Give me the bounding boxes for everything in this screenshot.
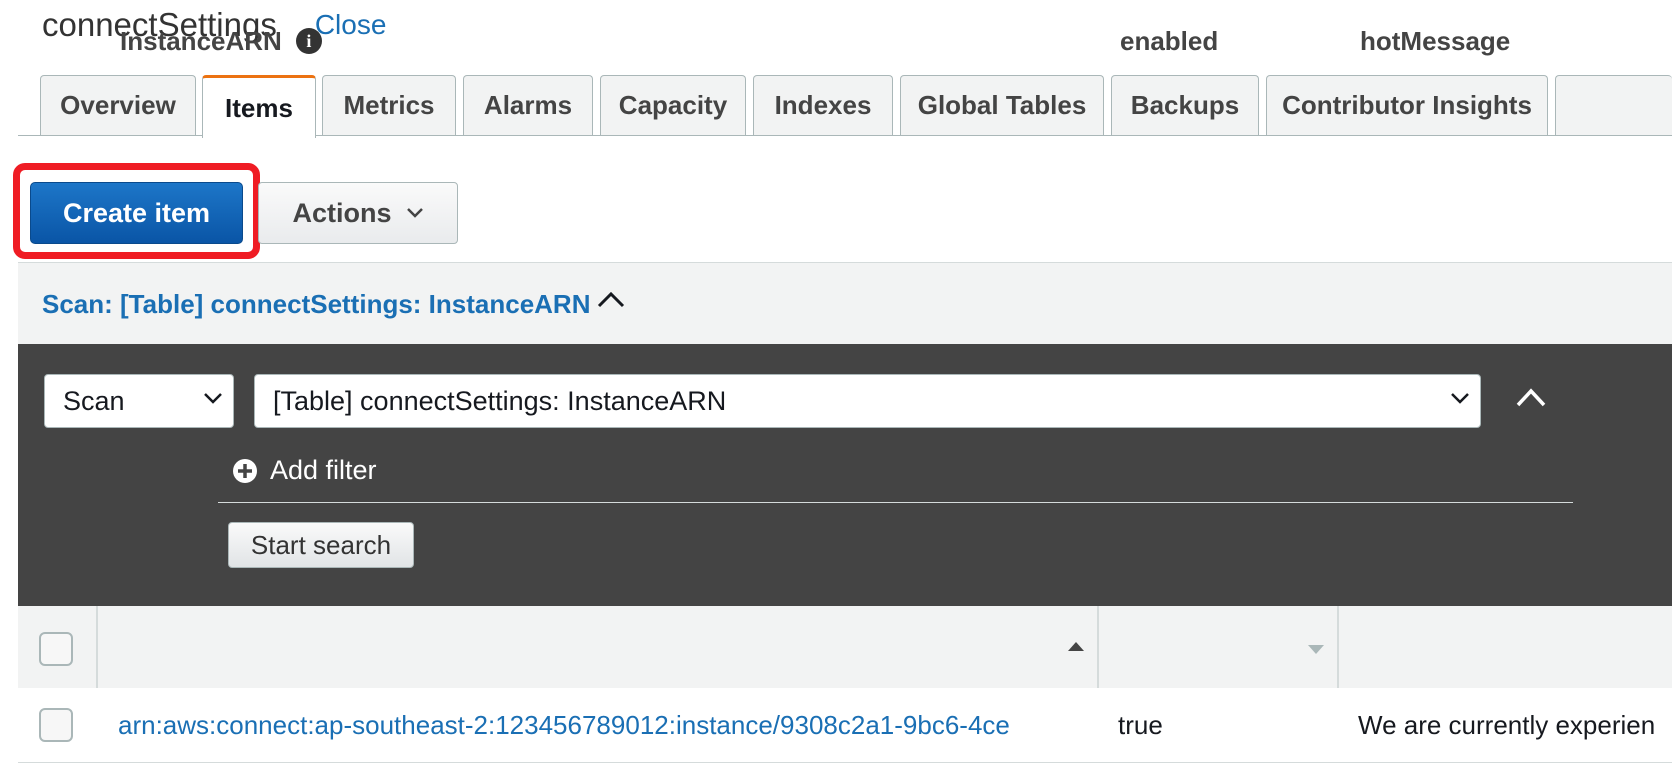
sort-ascending-icon[interactable] [1068, 642, 1084, 651]
info-icon[interactable]: i [295, 28, 322, 54]
scan-mode-value: Scan [63, 385, 125, 416]
actions-label: Actions [292, 197, 392, 228]
tab-contributor-insights[interactable]: Contributor Insights [1266, 75, 1548, 135]
tab-items[interactable]: Items [202, 75, 316, 138]
column-separator [1337, 606, 1339, 688]
select-all-checkbox[interactable] [39, 632, 73, 666]
tab-indexes[interactable]: Indexes [753, 75, 893, 135]
add-filter-link[interactable]: Add filter [232, 455, 377, 486]
instance-arn-link[interactable]: arn:aws:connect:ap-southeast-2:123456789… [118, 688, 1078, 762]
tab-capacity[interactable]: Capacity [600, 75, 746, 135]
column-label: InstanceARN [120, 25, 282, 56]
column-separator [1097, 606, 1099, 688]
filter-divider [218, 502, 1573, 503]
tab-more[interactable] [1555, 75, 1672, 135]
chevron-down-icon [406, 208, 423, 218]
row-checkbox[interactable] [39, 708, 73, 742]
scan-target-select[interactable]: [Table] connectSettings: InstanceARN [254, 374, 1481, 428]
start-search-button[interactable]: Start search [228, 522, 414, 568]
enabled-value: true [1118, 709, 1163, 740]
create-item-button[interactable]: Create item [30, 182, 243, 244]
collapse-icon[interactable] [1514, 386, 1548, 408]
plus-circle-icon [233, 458, 257, 483]
chevron-up-icon[interactable] [597, 290, 625, 308]
column-header-enabled[interactable]: enabled [1120, 0, 1218, 82]
scan-title[interactable]: Scan: [Table] connectSettings: InstanceA… [42, 289, 591, 320]
column-header-hotmessage[interactable]: hotMessage [1360, 0, 1510, 82]
scan-mode-select[interactable]: Scan [44, 374, 234, 428]
scan-bar: Scan: [Table] connectSettings: InstanceA… [18, 262, 1672, 345]
hot-message-value: We are currently experien [1358, 709, 1656, 740]
add-filter-label: Add filter [270, 455, 377, 485]
tab-backups[interactable]: Backups [1111, 75, 1259, 135]
chevron-down-icon [1451, 393, 1469, 404]
column-header-instancearn[interactable]: InstanceARN i [120, 0, 322, 82]
chevron-down-icon [204, 393, 222, 404]
tab-overview[interactable]: Overview [40, 75, 196, 135]
column-separator [96, 606, 98, 688]
tab-global-tables[interactable]: Global Tables [900, 75, 1104, 135]
tab-alarms[interactable]: Alarms [463, 75, 593, 135]
close-link[interactable]: Close [315, 9, 387, 41]
actions-button[interactable]: Actions [258, 182, 458, 244]
table-header [18, 606, 1672, 689]
scan-target-value: [Table] connectSettings: InstanceARN [273, 385, 727, 416]
sort-descending-icon[interactable] [1308, 645, 1324, 654]
tab-metrics[interactable]: Metrics [322, 75, 456, 135]
